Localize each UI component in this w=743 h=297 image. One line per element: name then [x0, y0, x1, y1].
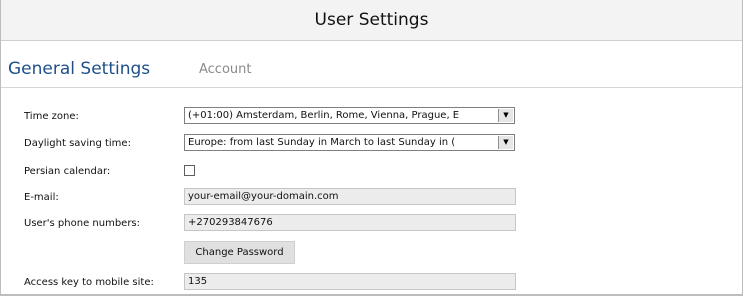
dst-row: Daylight saving time: Europe: from last … [1, 134, 742, 156]
page-title: User Settings [314, 10, 429, 30]
access-key-field[interactable]: 135 [184, 273, 516, 290]
change-password-button[interactable]: Change Password [184, 241, 295, 264]
persian-calendar-checkbox[interactable] [184, 165, 195, 176]
chevron-down-icon[interactable]: ▼ [498, 136, 513, 149]
dst-select[interactable]: Europe: from last Sunday in March to las… [184, 134, 515, 151]
access-key-label: Access key to mobile site: [24, 277, 154, 288]
access-key-row: Access key to mobile site: 135 [1, 273, 742, 295]
tab-divider [1, 87, 742, 88]
phone-label: User's phone numbers: [24, 218, 141, 229]
change-password-row: Change Password [1, 241, 742, 264]
tab-bar: General Settings Account [1, 57, 742, 91]
settings-window: User Settings General Settings Account T… [0, 0, 743, 296]
phone-field[interactable]: +270293847676 [184, 214, 516, 231]
email-field[interactable]: your-email@your-domain.com [184, 188, 516, 205]
tab-account[interactable]: Account [199, 62, 252, 77]
dst-label: Daylight saving time: [24, 138, 131, 149]
time-zone-value: (+01:00) Amsterdam, Berlin, Rome, Vienna… [188, 110, 460, 121]
email-label: E-mail: [24, 192, 59, 203]
persian-calendar-label: Persian calendar: [24, 166, 111, 177]
time-zone-label: Time zone: [24, 111, 79, 122]
persian-calendar-row: Persian calendar: [1, 162, 742, 184]
dst-value: Europe: from last Sunday in March to las… [188, 137, 456, 148]
email-row: E-mail: your-email@your-domain.com [1, 188, 742, 210]
time-zone-row: Time zone: (+01:00) Amsterdam, Berlin, R… [1, 107, 742, 129]
bottom-divider [1, 294, 742, 295]
chevron-down-icon[interactable]: ▼ [498, 109, 513, 122]
time-zone-select[interactable]: (+01:00) Amsterdam, Berlin, Rome, Vienna… [184, 107, 515, 124]
phone-row: User's phone numbers: +270293847676 [1, 214, 742, 236]
title-bar: User Settings [1, 0, 742, 41]
tab-general-settings[interactable]: General Settings [8, 59, 150, 79]
